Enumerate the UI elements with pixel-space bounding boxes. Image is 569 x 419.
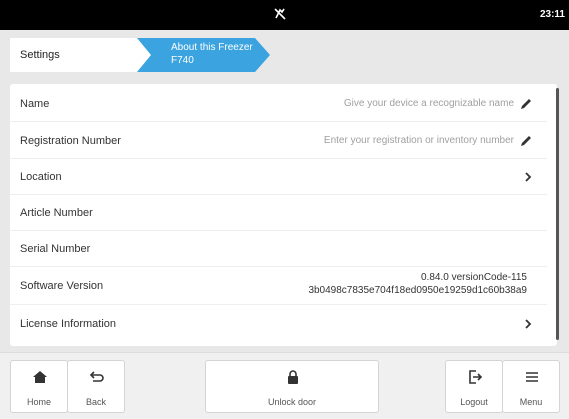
back-button[interactable]: Back	[67, 360, 125, 413]
back-icon	[89, 371, 104, 382]
breadcrumb-about-freezer: About this Freezer F740	[137, 38, 271, 72]
chevron-right-icon	[525, 172, 532, 182]
registration-number-row[interactable]: Registration Number Enter your registrat…	[10, 123, 547, 159]
serial-number-row: Serial Number	[10, 231, 547, 267]
status-time: 23:11	[539, 9, 565, 20]
mute-icon	[274, 8, 286, 20]
pencil-icon[interactable]	[519, 134, 533, 148]
home-label: Home	[26, 397, 51, 407]
software-version-hash: 3b0498c7835e704f18ed0950e19259d1c60b38a9	[308, 285, 527, 296]
software-version-label: Software Version	[20, 280, 104, 292]
software-version-row: Software Version 0.84.0 versionCode-115 …	[10, 267, 547, 305]
logout-button[interactable]: Logout	[445, 360, 503, 413]
unlock-door-label: Unlock door	[267, 397, 317, 407]
license-information-label: License Information	[20, 318, 116, 330]
status-bar: 23:11	[0, 0, 569, 30]
pencil-icon[interactable]	[519, 97, 533, 111]
chevron-right-icon	[525, 319, 532, 329]
location-row[interactable]: Location	[10, 159, 547, 195]
logout-icon	[469, 370, 483, 384]
breadcrumb-about-model: F740	[171, 55, 194, 66]
name-row[interactable]: Name Give your device a recognizable nam…	[10, 86, 547, 122]
license-information-row[interactable]: License Information	[10, 306, 547, 342]
menu-label: Menu	[519, 397, 543, 407]
registration-number-value: Enter your registration or inventory num…	[323, 135, 514, 146]
menu-button[interactable]: Menu	[502, 360, 560, 413]
home-icon	[33, 371, 47, 383]
software-version-value: 0.84.0 versionCode-115	[421, 272, 527, 283]
name-label: Name	[20, 98, 50, 110]
location-label: Location	[20, 171, 62, 183]
name-value: Give your device a recognizable name	[343, 98, 514, 109]
breadcrumb-settings-label: Settings	[20, 49, 60, 61]
article-number-row: Article Number	[10, 195, 547, 231]
lock-icon	[288, 370, 298, 384]
back-label: Back	[85, 397, 106, 407]
registration-number-label: Registration Number	[20, 135, 121, 147]
scrollbar[interactable]	[556, 88, 559, 340]
home-button[interactable]: Home	[10, 360, 68, 413]
logout-label: Logout	[460, 397, 488, 407]
menu-icon	[526, 372, 538, 382]
unlock-door-button[interactable]: Unlock door	[205, 360, 379, 413]
serial-number-label: Serial Number	[20, 243, 91, 255]
article-number-label: Article Number	[20, 207, 93, 219]
breadcrumb-about-label: About this Freezer	[171, 42, 253, 53]
